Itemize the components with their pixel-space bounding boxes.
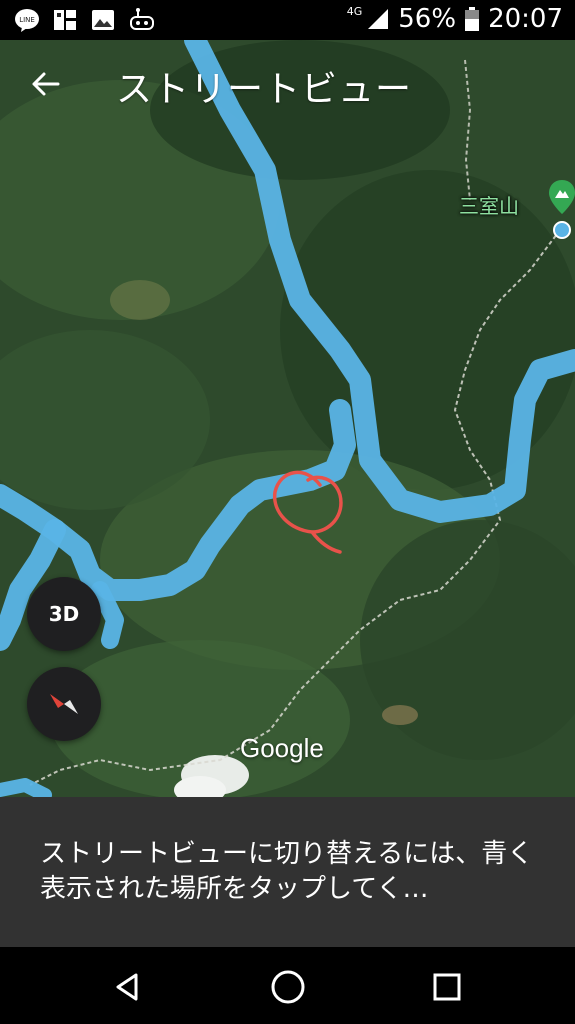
- clock: 20:07: [488, 4, 563, 34]
- 3d-button-label: 3D: [48, 602, 80, 626]
- nav-back-icon[interactable]: [106, 965, 150, 1009]
- nav-home-icon[interactable]: [266, 965, 310, 1009]
- terrain-patch: [110, 280, 170, 320]
- compass-button[interactable]: [27, 667, 101, 741]
- info-panel: ストリートビューに切り替えるには、青く表示された場所をタップしてく…: [0, 797, 575, 947]
- google-logo: Google: [240, 733, 324, 763]
- app-bar: ストリートビュー: [0, 40, 575, 124]
- mountain-pin-icon[interactable]: [549, 180, 575, 242]
- compass-icon: [50, 694, 78, 714]
- back-arrow-icon[interactable]: [26, 64, 66, 104]
- battery-icon: [465, 7, 480, 31]
- navigation-bar: [0, 947, 575, 1024]
- signal-icon: [368, 9, 389, 29]
- status-indicators: 4G 56% 20:07: [347, 4, 563, 34]
- info-message: ストリートビューに切り替えるには、青く表示された場所をタップしてく…: [40, 839, 534, 904]
- 3d-toggle-button[interactable]: 3D: [27, 577, 101, 651]
- nav-recents-icon[interactable]: [425, 965, 469, 1009]
- notification-icons: LINE: [14, 7, 156, 33]
- svg-text:LINE: LINE: [19, 16, 35, 24]
- gallery-icon: [92, 10, 114, 30]
- page-title: ストリートビュー: [116, 69, 413, 110]
- battery-percent: 56%: [398, 4, 457, 34]
- game-icon: [130, 8, 154, 30]
- status-bar: LINE 4G 56% 20:07: [0, 0, 575, 40]
- network-type: 4G: [346, 4, 363, 18]
- line-icon: LINE: [15, 9, 39, 32]
- mountain-label[interactable]: 三室山: [459, 190, 519, 219]
- terrain-patch: [382, 705, 418, 725]
- app-icon: [54, 10, 76, 30]
